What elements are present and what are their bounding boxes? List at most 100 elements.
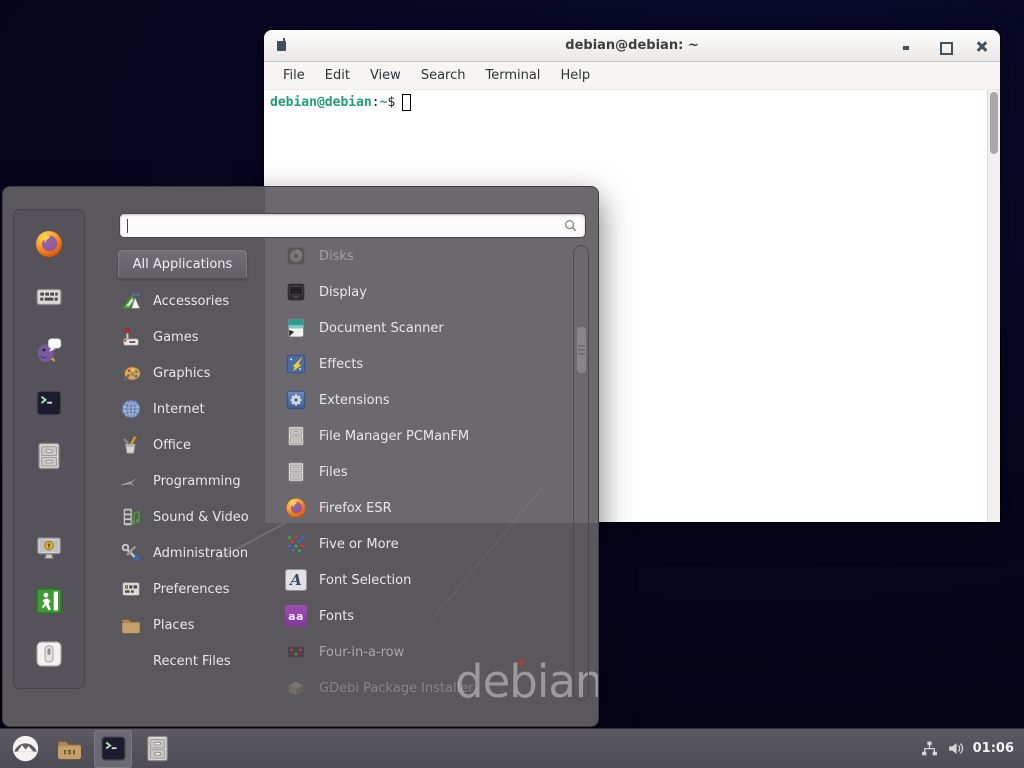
app-extensions[interactable]: Extensions [281, 382, 567, 418]
app-list-scrollbar-thumb[interactable] [576, 326, 587, 374]
games-icon [120, 326, 142, 348]
pidgin-icon [34, 335, 64, 365]
favorite-pidgin[interactable] [32, 334, 66, 366]
five-or-more-icon [285, 533, 307, 555]
folder-icon [55, 734, 84, 763]
effects-icon [285, 353, 307, 375]
category-list: Accessories Games Graphics [115, 283, 273, 679]
category-graphics[interactable]: Graphics [115, 355, 273, 391]
app-gdebi-package-installer[interactable]: GDebi Package Installer [281, 670, 567, 706]
maximize-icon[interactable] [939, 41, 950, 52]
search-icon [563, 218, 578, 233]
taskbar-files-button[interactable] [138, 730, 176, 768]
menu-file[interactable]: File [273, 62, 315, 90]
file-cabinet-icon [34, 441, 64, 471]
shut-down-icon [34, 639, 64, 669]
session-log-out[interactable] [32, 585, 66, 617]
text-caret [127, 219, 128, 233]
places-folder-icon [120, 614, 142, 636]
document-scanner-icon [285, 317, 307, 339]
application-list: Disks Display Document Scanner [281, 238, 567, 706]
category-recent-files[interactable]: Recent Files [115, 643, 273, 679]
network-icon[interactable] [921, 740, 938, 757]
category-sound-video[interactable]: Sound & Video [115, 499, 273, 535]
menu-view[interactable]: View [360, 62, 411, 90]
taskbar-terminal-button[interactable] [94, 730, 132, 768]
category-administration[interactable]: Administration [115, 535, 273, 571]
clock[interactable]: 01:06 [973, 741, 1014, 756]
session-lock-screen[interactable] [32, 532, 66, 564]
terminal-icon [34, 388, 64, 418]
app-four-in-a-row[interactable]: Four-in-a-row [281, 634, 567, 670]
menu-help[interactable]: Help [550, 62, 600, 90]
terminal-window-icon[interactable] [277, 41, 286, 51]
terminal-scrollbar[interactable] [987, 90, 1000, 522]
four-in-a-row-icon [285, 641, 307, 663]
graphics-icon [120, 362, 142, 384]
close-icon[interactable] [977, 41, 988, 52]
spacer [120, 650, 142, 672]
app-list-scrollbar[interactable] [573, 245, 589, 701]
scrollbar-grip [578, 345, 585, 355]
session-shut-down[interactable] [32, 638, 66, 670]
category-games[interactable]: Games [115, 319, 273, 355]
favorite-package-keyboard[interactable] [32, 281, 66, 313]
app-five-or-more[interactable]: Five or More [281, 526, 567, 562]
extensions-gear-icon [285, 389, 307, 411]
shell-prompt: debian@debian:~$ [270, 94, 994, 111]
favorite-firefox[interactable] [32, 228, 66, 260]
favorite-file-manager[interactable] [32, 440, 66, 472]
terminal-titlebar[interactable]: debian@debian: ~ [264, 30, 1000, 62]
favorites-sidebar [13, 209, 85, 689]
taskbar: 01:06 [0, 728, 1024, 768]
category-accessories[interactable]: Accessories [115, 283, 273, 319]
menu-search-field[interactable] [119, 213, 586, 238]
category-internet[interactable]: Internet [115, 391, 273, 427]
app-file-manager-pcmanfm[interactable]: File Manager PCManFM [281, 418, 567, 454]
terminal-menubar: File Edit View Search Terminal Help [264, 62, 1000, 90]
taskbar-file-manager-button[interactable] [50, 730, 88, 768]
programming-icon [120, 470, 142, 492]
app-fonts[interactable]: aa Fonts [281, 598, 567, 634]
firefox-icon [34, 229, 64, 259]
firefox-icon [285, 497, 307, 519]
app-document-scanner[interactable]: Document Scanner [281, 310, 567, 346]
category-preferences[interactable]: Preferences [115, 571, 273, 607]
accessories-icon [120, 290, 142, 312]
window-controls [901, 30, 988, 62]
terminal-scrollbar-thumb[interactable] [990, 92, 998, 154]
keyboard-icon [34, 282, 64, 312]
app-disks[interactable]: Disks [281, 238, 567, 274]
category-office[interactable]: Office [115, 427, 273, 463]
app-font-selection[interactable]: A Font Selection [281, 562, 567, 598]
menu-logo-icon [11, 734, 40, 763]
file-cabinet-icon [285, 425, 307, 447]
app-effects[interactable]: Effects [281, 346, 567, 382]
app-files[interactable]: Files [281, 454, 567, 490]
disks-icon [285, 245, 307, 267]
sound-video-icon [120, 506, 142, 528]
log-out-icon [34, 586, 64, 616]
menu-terminal[interactable]: Terminal [475, 62, 550, 90]
office-icon [120, 434, 142, 456]
gdebi-package-icon [285, 677, 307, 699]
category-programming[interactable]: Programming [115, 463, 273, 499]
all-applications-button[interactable]: All Applications [118, 250, 247, 279]
terminal-cursor [402, 94, 411, 111]
app-display[interactable]: Display [281, 274, 567, 310]
volume-icon[interactable] [947, 740, 964, 757]
fonts-icon: aa [285, 605, 307, 627]
app-firefox-esr[interactable]: Firefox ESR [281, 490, 567, 526]
menu-edit[interactable]: Edit [315, 62, 360, 90]
font-selection-icon: A [285, 569, 307, 591]
category-places[interactable]: Places [115, 607, 273, 643]
display-icon [285, 281, 307, 303]
preferences-icon [120, 578, 142, 600]
menu-search[interactable]: Search [411, 62, 476, 90]
terminal-icon [99, 734, 128, 763]
minimize-icon[interactable] [901, 41, 912, 52]
terminal-title: debian@debian: ~ [565, 38, 698, 53]
taskbar-menu-button[interactable] [6, 730, 44, 768]
lock-screen-icon [34, 533, 64, 563]
favorite-terminal[interactable] [32, 387, 66, 419]
